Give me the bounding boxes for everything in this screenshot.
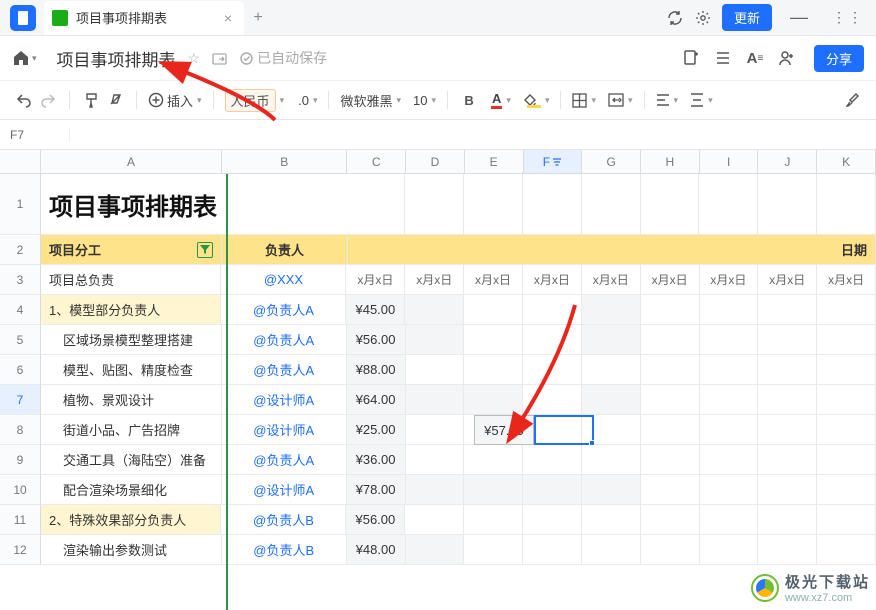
col-header[interactable]: I [700,150,759,174]
spreadsheet-grid[interactable]: A B C D E F G H I J K 1 2 3 4 5 6 7 8 9 … [0,150,876,610]
font-family-label: 微软雅黑 [340,91,392,110]
autosave-label: 已自动保存 [257,48,327,68]
row-header[interactable]: 5 [0,325,41,355]
text-style-icon[interactable]: A≡ [746,49,764,67]
brush-icon[interactable] [842,90,862,110]
row-header[interactable]: 3 [0,265,41,295]
formatting-toolbar: 插入 ▾ 人民币 ▾ .0 ▾ 微软雅黑 ▾ 10 ▾ B A▾ ▾ ▾ ▾ ▾… [0,80,876,120]
row-header[interactable]: 7 [0,385,41,415]
row-header[interactable]: 11 [0,505,41,535]
col-header[interactable]: G [582,150,641,174]
cell-e7[interactable]: ¥57.00 [474,415,534,445]
new-tab-button[interactable]: + [244,9,272,27]
row-header[interactable]: 12 [0,535,41,565]
clear-format-icon[interactable] [105,90,125,110]
document-tab[interactable]: 项目事项排期表 × [44,1,244,35]
chevron-down-icon: ▾ [197,95,202,106]
document-title-bar: ▾ 项目事项排期表 ☆ 已自动保存 A≡ 分享 [0,36,876,80]
column-headers: A B C D E F G H I J K [41,150,876,174]
list-icon[interactable] [714,49,732,67]
merge-cells-button[interactable]: ▾ [608,93,633,107]
header-owner[interactable]: 负责人 [222,235,348,265]
row-header[interactable]: 8 [0,415,41,445]
move-folder-icon[interactable] [212,51,228,66]
update-button[interactable]: 更新 [722,4,772,31]
minimize-button[interactable]: — [782,7,816,28]
close-icon[interactable]: × [220,10,236,26]
row-header[interactable]: 4 [0,295,41,325]
font-family-select[interactable]: 微软雅黑 ▾ [340,91,401,110]
formula-bar: F7 [0,120,876,150]
row-header[interactable]: 6 [0,355,41,385]
chevron-down-icon: ▾ [431,95,436,106]
chevron-down-icon: ▾ [280,95,285,106]
col-header[interactable]: B [222,150,347,174]
formula-input[interactable] [70,120,876,149]
app-logo-icon [10,5,36,31]
v-align-button[interactable]: ▾ [690,93,713,107]
more-menu-icon[interactable]: ⋮⋮ [826,9,870,26]
text-color-button[interactable]: A▾ [491,91,511,109]
undo-icon[interactable] [14,90,34,110]
insert-label: 插入 [167,91,193,110]
home-icon[interactable] [12,49,30,67]
share-button[interactable]: 分享 [814,45,864,72]
font-size-select[interactable]: 10 ▾ [413,93,436,108]
watermark: 极光下载站 www.xz7.com [751,571,870,604]
row-header[interactable]: 9 [0,445,41,475]
watermark-logo-icon [751,574,779,602]
col-header[interactable]: E [465,150,524,174]
header-task-label: 项目分工 [49,240,101,259]
row-headers: 1 2 3 4 5 6 7 8 9 10 11 12 [0,174,41,565]
sheet-title[interactable]: 项目事项排期表 [41,174,346,235]
font-size-label: 10 [413,93,427,108]
col-header[interactable]: J [758,150,817,174]
fill-color-button[interactable]: ▾ [523,93,550,108]
cell[interactable]: 项目总负责 [41,265,221,295]
star-icon[interactable]: ☆ [188,50,201,67]
gear-icon[interactable] [694,9,712,27]
chevron-down-icon: ▾ [313,95,318,106]
col-header[interactable]: C [347,150,406,174]
document-title: 项目事项排期表 [57,46,176,71]
watermark-url: www.xz7.com [785,592,870,604]
cell[interactable]: @XXX [221,265,346,295]
bold-icon[interactable]: B [459,90,479,110]
row-header[interactable]: 10 [0,475,41,505]
currency-format-button[interactable]: 人民币 ▾ [225,89,285,112]
insert-button[interactable]: 插入 ▾ [148,91,202,110]
redo-icon[interactable] [38,90,58,110]
format-painter-icon[interactable] [81,90,101,110]
watermark-title: 极光下载站 [785,571,870,592]
header-date[interactable]: 日期 [348,235,876,265]
col-header[interactable]: K [817,150,876,174]
tab-title: 项目事项排期表 [76,8,220,27]
col-header[interactable]: A [41,150,222,174]
col-header[interactable]: F [524,150,583,174]
currency-label: 人民币 [225,89,276,112]
autosave-status: 已自动保存 [240,48,327,68]
add-page-icon[interactable] [682,49,700,67]
decimal-button[interactable]: .0 ▾ [298,93,317,108]
cell-area[interactable]: 项目事项排期表 项目分工 负责人 日期 项目总负责 @XXX x月x日 x月x日… [41,174,876,610]
home-dropdown-icon[interactable]: ▾ [32,53,37,64]
select-all-corner[interactable] [0,150,41,174]
header-task[interactable]: 项目分工 [41,235,222,265]
row-header[interactable]: 2 [0,235,41,265]
col-label: F [543,155,550,169]
chevron-down-icon: ▾ [396,95,401,106]
borders-button[interactable]: ▾ [572,93,596,108]
h-align-button[interactable]: ▾ [656,93,679,107]
col-header[interactable]: D [406,150,465,174]
col-header[interactable]: H [641,150,700,174]
sync-icon[interactable] [666,9,684,27]
window-tab-bar: 项目事项排期表 × + 更新 — ⋮⋮ [0,0,876,36]
filter-icon[interactable] [197,242,213,258]
decimal-label: .0 [298,93,309,108]
add-collaborator-icon[interactable] [778,49,796,67]
sheet-file-icon [52,10,68,26]
cell-reference[interactable]: F7 [0,128,70,142]
row-header[interactable]: 1 [0,174,41,235]
